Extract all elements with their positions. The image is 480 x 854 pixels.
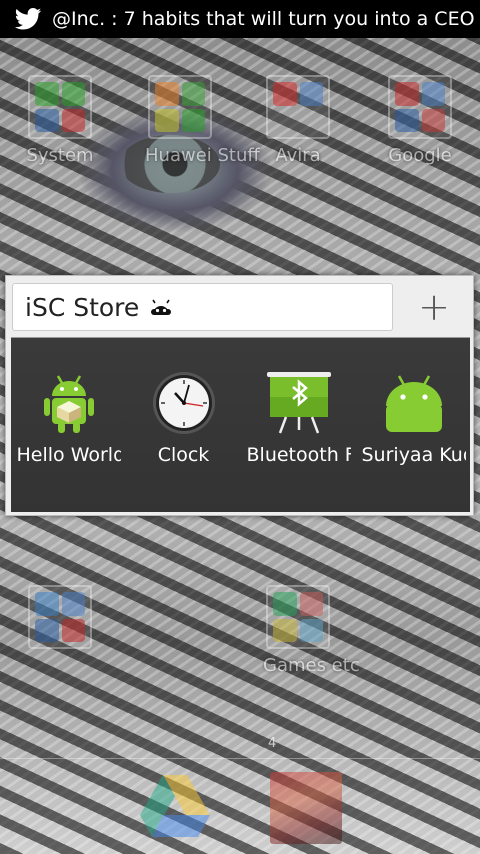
android-head-icon	[151, 299, 172, 315]
app-bluetooth-file-transfer[interactable]: Bluetooth File Transfer	[241, 370, 356, 466]
app-label: Bluetooth File Transfer	[246, 444, 351, 466]
folder-label: Games etc	[263, 655, 360, 676]
app-label: Clock	[157, 444, 210, 466]
twitter-icon	[14, 8, 42, 30]
dock-divider	[0, 758, 480, 759]
android-box-icon	[36, 370, 102, 436]
app-label: Hello World	[16, 444, 121, 466]
folder-thumbnail	[28, 75, 92, 139]
android-icon	[381, 370, 447, 436]
home-folder-unnamed[interactable]	[25, 585, 95, 649]
folder-label: Avira	[275, 145, 321, 166]
folder-thumbnail	[266, 585, 330, 649]
folder-label: Google	[388, 145, 452, 166]
photo-icon[interactable]	[270, 772, 342, 844]
folder-label: System	[26, 145, 94, 166]
home-folder-avira[interactable]: Avira	[263, 75, 333, 166]
folder-thumbnail	[388, 75, 452, 139]
clock-icon	[151, 370, 217, 436]
home-folder-google[interactable]: Google	[385, 75, 455, 166]
folder-label: Huawei Stuff	[145, 145, 260, 166]
app-suriyaa-kudo[interactable]: Suriyaa Kudo	[356, 370, 471, 466]
google-drive-icon[interactable]	[140, 775, 210, 837]
bluetooth-icon	[266, 370, 332, 436]
folder-thumbnail	[28, 585, 92, 649]
app-clock[interactable]: Clock	[126, 370, 241, 466]
folder-name-field[interactable]: iSC Store	[12, 283, 393, 331]
page-indicator: 4	[268, 736, 277, 751]
plus-icon[interactable]: +	[406, 285, 462, 329]
status-bar: @Inc. : 7 habits that will turn you into…	[0, 0, 480, 38]
folder-app-grid: Hello World Clock Bluetooth F Suriyaa Ku	[11, 337, 470, 512]
app-hello-world[interactable]: Hello World	[11, 370, 126, 466]
home-folder-system[interactable]: System	[25, 75, 95, 166]
app-label: Suriyaa Kudo	[361, 444, 466, 466]
folder-thumbnail	[148, 75, 212, 139]
folder-thumbnail	[266, 75, 330, 139]
home-folder-games[interactable]: Games etc	[263, 585, 360, 676]
folder-popup: iSC Store + Hello World Clock Bluetooth …	[5, 275, 474, 516]
home-folder-huawei[interactable]: Huawei Stuff	[145, 75, 260, 166]
notification-ticker: @Inc. : 7 habits that will turn you into…	[52, 8, 475, 30]
folder-name: iSC Store	[25, 292, 140, 322]
